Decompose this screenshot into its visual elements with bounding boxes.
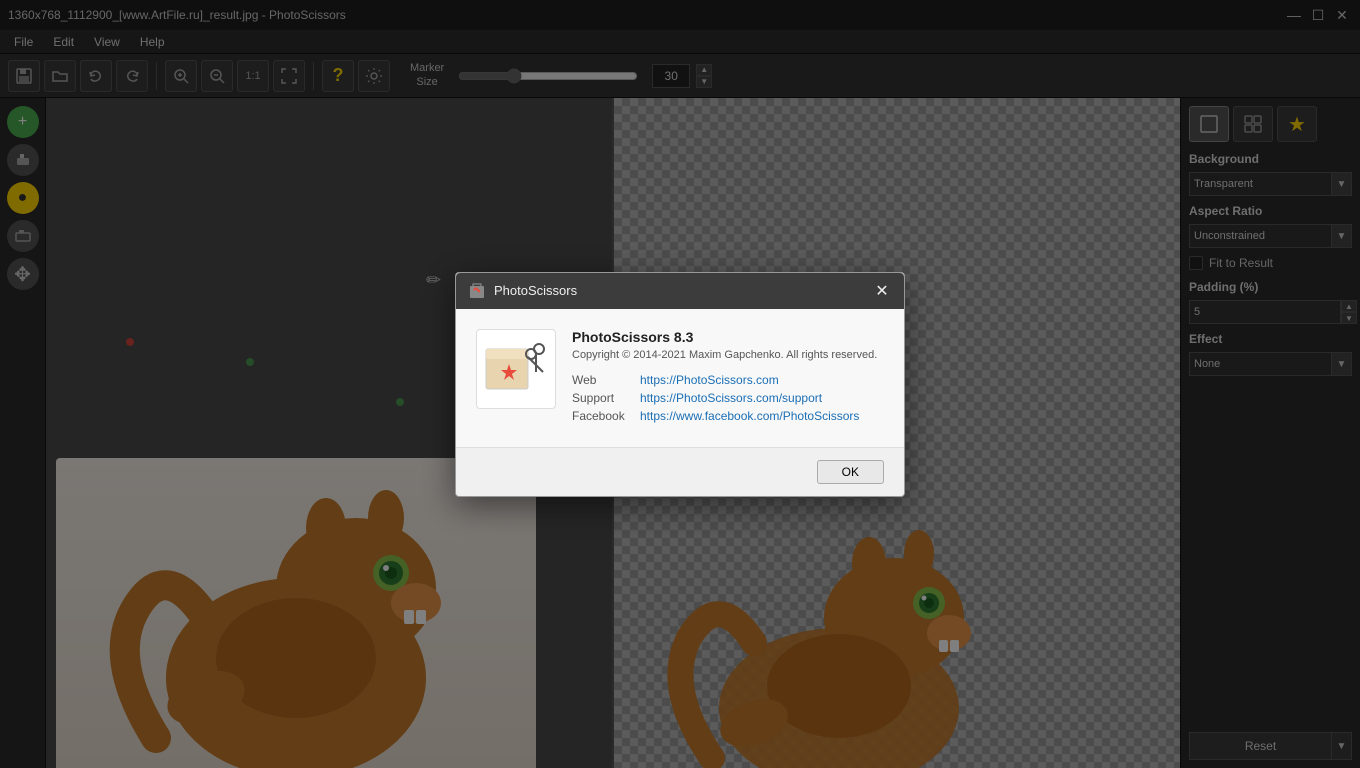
dialog-support-link[interactable]: https://PhotoScissors.com/support <box>640 391 822 405</box>
dialog-title-text: PhotoScissors <box>494 283 577 298</box>
dialog-web-label: Web <box>572 373 632 387</box>
dialog-copyright: Copyright © 2014-2021 Maxim Gapchenko. A… <box>572 349 884 361</box>
dialog-content: PhotoScissors 8.3 Copyright © 2014-2021 … <box>572 329 884 427</box>
dialog-footer: OK <box>456 447 904 496</box>
dialog-ok-button[interactable]: OK <box>817 460 884 484</box>
dialog-support-label: Support <box>572 391 632 405</box>
dialog-web-row: Web https://PhotoScissors.com <box>572 373 884 387</box>
dialog-facebook-link[interactable]: https://www.facebook.com/PhotoScissors <box>640 409 859 423</box>
dialog-title: PhotoScissors <box>468 282 577 300</box>
dialog-web-link[interactable]: https://PhotoScissors.com <box>640 373 779 387</box>
dialog-title-bar: PhotoScissors ✕ <box>456 273 904 309</box>
dialog-icon-area <box>476 329 556 427</box>
dialog-body: PhotoScissors 8.3 Copyright © 2014-2021 … <box>456 309 904 447</box>
about-dialog: PhotoScissors ✕ <box>455 272 905 497</box>
dialog-app-icon <box>476 329 556 409</box>
dialog-facebook-row: Facebook https://www.facebook.com/PhotoS… <box>572 409 884 423</box>
dialog-overlay: PhotoScissors ✕ <box>0 0 1360 768</box>
dialog-facebook-label: Facebook <box>572 409 632 423</box>
dialog-app-icon-small <box>468 282 486 300</box>
dialog-support-row: Support https://PhotoScissors.com/suppor… <box>572 391 884 405</box>
dialog-close-button[interactable]: ✕ <box>872 281 892 301</box>
dialog-app-name: PhotoScissors 8.3 <box>572 329 884 345</box>
